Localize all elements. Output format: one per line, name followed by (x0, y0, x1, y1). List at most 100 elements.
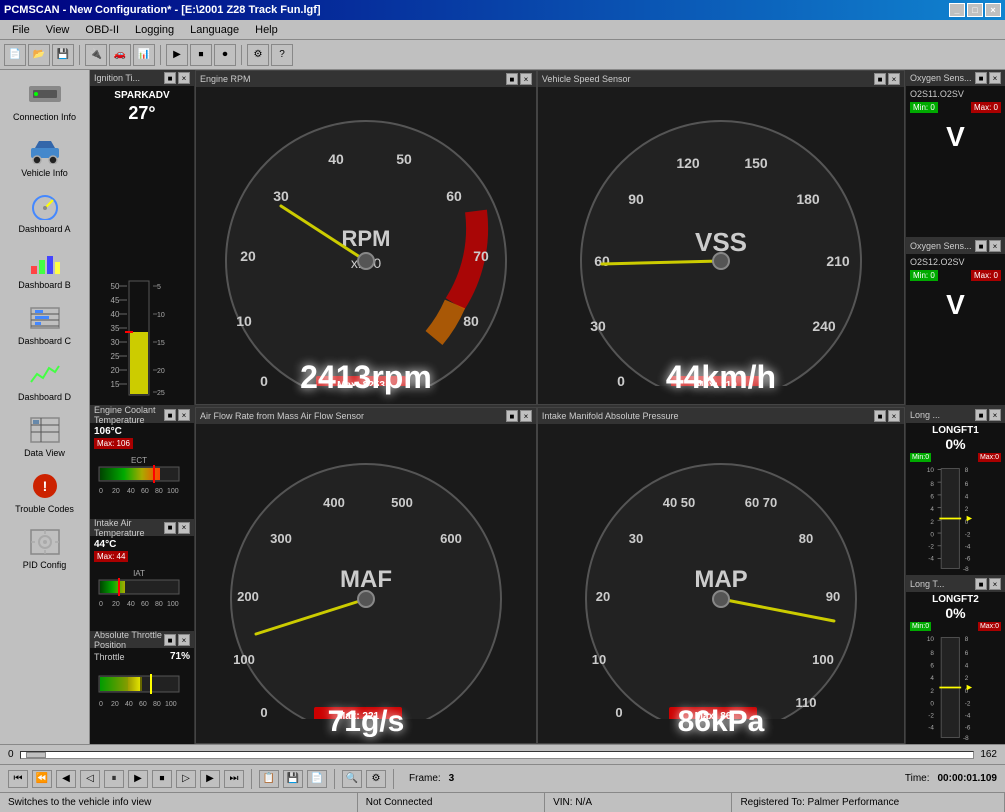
o2s12-panel-title: Oxygen Sens... ■ × (906, 238, 1005, 254)
o2s11-panel-title: Oxygen Sens... ■ × (906, 70, 1005, 86)
menu-logging[interactable]: Logging (127, 22, 182, 38)
stop-button[interactable]: ⏹ (190, 44, 212, 66)
save-button[interactable]: 💾 (52, 44, 74, 66)
menu-obdii[interactable]: OBD-II (77, 22, 127, 38)
svg-text:40: 40 (328, 151, 344, 167)
o2s11-label: O2S11.O2SV (910, 89, 1001, 99)
o2s12-minimize[interactable]: ■ (975, 240, 987, 252)
longft1-minimize[interactable]: ■ (975, 409, 987, 421)
step-back-button[interactable]: ◁ (80, 770, 100, 788)
zoom-button[interactable]: 🔍 (342, 770, 362, 788)
prev-frame-button[interactable]: ◀ (56, 770, 76, 788)
longft2-close[interactable]: × (989, 578, 1001, 590)
ect-minimize[interactable]: ■ (164, 409, 176, 421)
skip-end-button[interactable]: ⏭ (224, 770, 244, 788)
rpm-panel-minimize[interactable]: ■ (506, 73, 518, 85)
step-fwd-button[interactable]: ▷ (176, 770, 196, 788)
config-button[interactable]: ⚙ (247, 44, 269, 66)
svg-text:45: 45 (111, 296, 120, 305)
svg-text:40: 40 (127, 601, 135, 608)
menu-file[interactable]: File (4, 22, 38, 38)
svg-text:4: 4 (930, 506, 934, 513)
iat-close[interactable]: × (178, 522, 190, 534)
svg-text:10: 10 (927, 467, 935, 474)
next-frame-button[interactable]: ▶ (200, 770, 220, 788)
svg-text:20: 20 (111, 701, 119, 708)
o2s11-minimize[interactable]: ■ (975, 72, 987, 84)
throttle-bar-gauge: 0 20 40 60 80 100 (94, 666, 184, 716)
map-panel-minimize[interactable]: ■ (874, 410, 886, 422)
sidebar-item-trouble-codes[interactable]: ! Trouble Codes (5, 466, 85, 518)
config-transport-button[interactable]: ⚙ (366, 770, 386, 788)
svg-text:-6: -6 (965, 724, 971, 731)
pause-button[interactable]: ⏸ (104, 770, 124, 788)
sidebar-item-dashboard-c[interactable]: Dashboard C (5, 298, 85, 350)
rpm-panel-close[interactable]: × (520, 73, 532, 85)
new-button[interactable]: 📄 (4, 44, 26, 66)
rewind-button[interactable]: ⏪ (32, 770, 52, 788)
vehicle-button[interactable]: 🚗 (109, 44, 131, 66)
map-panel-close[interactable]: × (888, 410, 900, 422)
sidebar-item-dashboard-b[interactable]: Dashboard B (5, 242, 85, 294)
sidebar-item-dashboard-d[interactable]: Dashboard D (5, 354, 85, 406)
scroll-thumb[interactable] (26, 752, 46, 758)
record-button[interactable]: ⏺ (214, 44, 236, 66)
ignition-panel-close[interactable]: × (178, 72, 190, 84)
longft2-minimize[interactable]: ■ (975, 578, 987, 590)
play-button[interactable]: ▶ (166, 44, 188, 66)
minimize-button[interactable]: _ (949, 3, 965, 17)
vss-panel-minimize[interactable]: ■ (874, 73, 886, 85)
svg-text:10: 10 (927, 636, 935, 643)
sidebar-item-vehicle-info[interactable]: Vehicle Info (5, 130, 85, 182)
svg-text:-4: -4 (928, 555, 934, 562)
iat-minimize[interactable]: ■ (164, 522, 176, 534)
longft1-close[interactable]: × (989, 409, 1001, 421)
sidebar-label-trouble-codes: Trouble Codes (15, 504, 74, 514)
vss-panel-close[interactable]: × (888, 73, 900, 85)
sidebar-item-connection-info[interactable]: Connection Info (5, 74, 85, 126)
svg-text:30: 30 (629, 531, 643, 546)
scroll-track[interactable] (20, 751, 975, 759)
maf-panel-minimize[interactable]: ■ (506, 410, 518, 422)
svg-text:210: 210 (826, 253, 850, 269)
svg-text:600: 600 (440, 531, 462, 546)
o2s11-close[interactable]: × (989, 72, 1001, 84)
stop-transport-button[interactable]: ⏹ (152, 770, 172, 788)
map-gauge-panel: Intake Manifold Absolute Pressure ■ × 0 … (537, 407, 905, 744)
menu-language[interactable]: Language (182, 22, 247, 38)
svg-text:5: 5 (157, 284, 161, 291)
window-controls[interactable]: _ □ × (949, 3, 1001, 17)
open-button[interactable]: 📂 (28, 44, 50, 66)
o2s12-close[interactable]: × (989, 240, 1001, 252)
throttle-close[interactable]: × (178, 634, 190, 646)
status-bar: Switches to the vehicle info view Not Co… (0, 792, 1005, 812)
svg-text:200: 200 (237, 589, 259, 604)
sidebar-item-dashboard-a[interactable]: Dashboard A (5, 186, 85, 238)
export-button[interactable]: 📋 (259, 770, 279, 788)
sidebar-item-pid-config[interactable]: PID Config (5, 522, 85, 574)
svg-text:20: 20 (112, 488, 120, 495)
ect-close[interactable]: × (178, 409, 190, 421)
svg-text:40: 40 (125, 701, 133, 708)
throttle-minimize[interactable]: ■ (164, 634, 176, 646)
close-button[interactable]: × (985, 3, 1001, 17)
ect-bar-gauge: 0 20 40 60 80 100 ECT (94, 451, 184, 496)
menu-view[interactable]: View (38, 22, 78, 38)
data-view-icon (27, 414, 63, 446)
ignition-panel-minimize[interactable]: ■ (164, 72, 176, 84)
play-transport-button[interactable]: ▶ (128, 770, 148, 788)
connect-button[interactable]: 🔌 (85, 44, 107, 66)
maf-value: 71g/s (196, 705, 536, 739)
o2s11-min: Min: 0 (910, 102, 938, 113)
help-toolbar-button[interactable]: ? (271, 44, 293, 66)
dash-button[interactable]: 📊 (133, 44, 155, 66)
rpm-gauge-svg: 0 10 20 30 40 50 60 70 (206, 106, 526, 386)
menu-help[interactable]: Help (247, 22, 286, 38)
save-transport-button[interactable]: 💾 (283, 770, 303, 788)
skip-start-button[interactable]: ⏮ (8, 770, 28, 788)
maximize-button[interactable]: □ (967, 3, 983, 17)
maf-panel-close[interactable]: × (520, 410, 532, 422)
sidebar-item-data-view[interactable]: Data View (5, 410, 85, 462)
throttle-panel-title: Absolute Throttle Position ■ × (90, 632, 194, 648)
copy-button[interactable]: 📄 (307, 770, 327, 788)
